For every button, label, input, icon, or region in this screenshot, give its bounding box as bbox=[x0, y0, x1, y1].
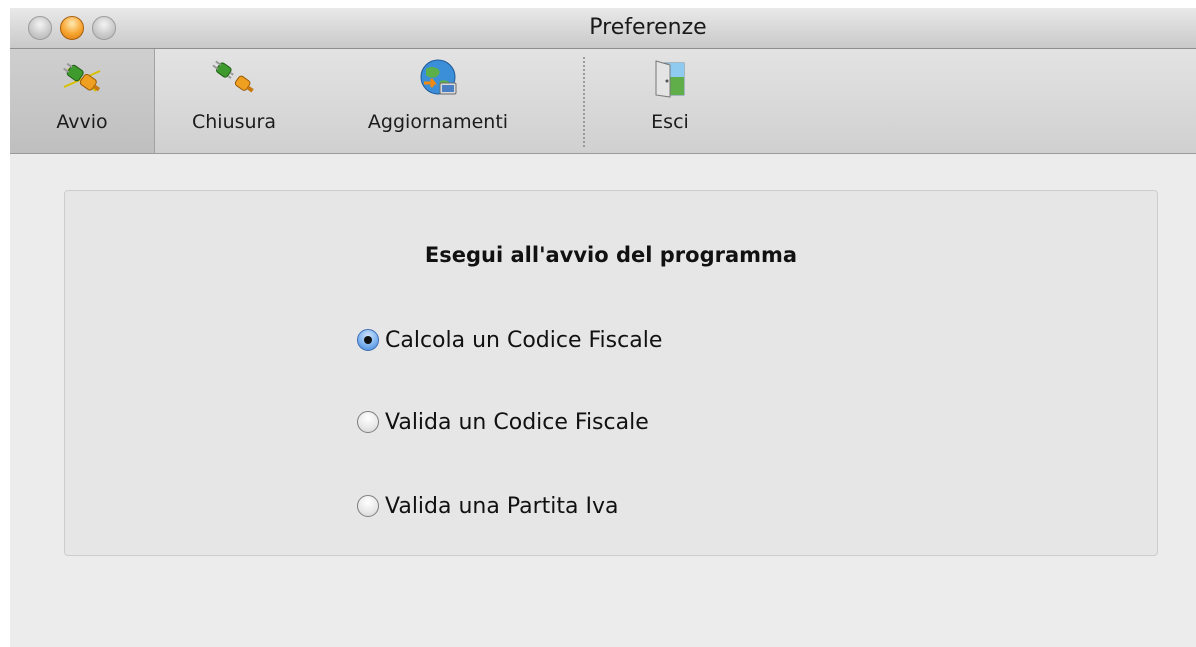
radio-label: Calcola un Codice Fiscale bbox=[385, 327, 663, 353]
radio-label: Valida un Codice Fiscale bbox=[385, 409, 649, 435]
plug-connect-icon bbox=[60, 57, 104, 101]
startup-options-panel: Esegui all'avvio del programma Calcola u… bbox=[64, 190, 1158, 556]
radio-option-valida-codice-fiscale[interactable]: Valida un Codice Fiscale bbox=[357, 407, 649, 437]
exit-door-icon bbox=[648, 57, 692, 101]
globe-update-icon bbox=[416, 57, 460, 101]
toolbar-item-aggiornamenti[interactable]: Aggiornamenti bbox=[322, 49, 554, 153]
plug-disconnect-icon bbox=[212, 57, 256, 101]
toolbar-label-avvio: Avvio bbox=[56, 111, 108, 133]
zoom-window-button[interactable] bbox=[92, 16, 116, 40]
toolbar-label-esci: Esci bbox=[651, 111, 689, 133]
toolbar-label-chiusura: Chiusura bbox=[191, 111, 277, 133]
close-window-button[interactable] bbox=[28, 16, 52, 40]
title-bar[interactable]: Preferenze bbox=[10, 8, 1196, 49]
radio-button-selected[interactable] bbox=[357, 329, 379, 351]
radio-option-calcola-codice-fiscale[interactable]: Calcola un Codice Fiscale bbox=[357, 325, 662, 355]
window-title: Preferenze bbox=[589, 15, 707, 40]
radio-option-valida-partita-iva[interactable]: Valida una Partita Iva bbox=[357, 491, 618, 521]
radio-label: Valida una Partita Iva bbox=[385, 493, 619, 519]
toolbar-item-chiusura[interactable]: Chiusura bbox=[166, 49, 302, 153]
preferences-toolbar: Avvio Chiusura Aggiornamenti Esci bbox=[10, 49, 1196, 154]
startup-options-heading: Esegui all'avvio del programma bbox=[424, 243, 798, 267]
preferences-window: Preferenze Avvio Chiusura Aggiornamenti … bbox=[10, 8, 1196, 647]
radio-button[interactable] bbox=[357, 495, 379, 517]
toolbar-item-esci[interactable]: Esci bbox=[620, 49, 720, 153]
toolbar-label-aggiornamenti: Aggiornamenti bbox=[367, 111, 509, 133]
toolbar-item-avvio[interactable]: Avvio bbox=[10, 49, 155, 153]
radio-button[interactable] bbox=[357, 411, 379, 433]
toolbar-separator bbox=[583, 57, 585, 147]
minimize-window-button[interactable] bbox=[60, 16, 84, 40]
